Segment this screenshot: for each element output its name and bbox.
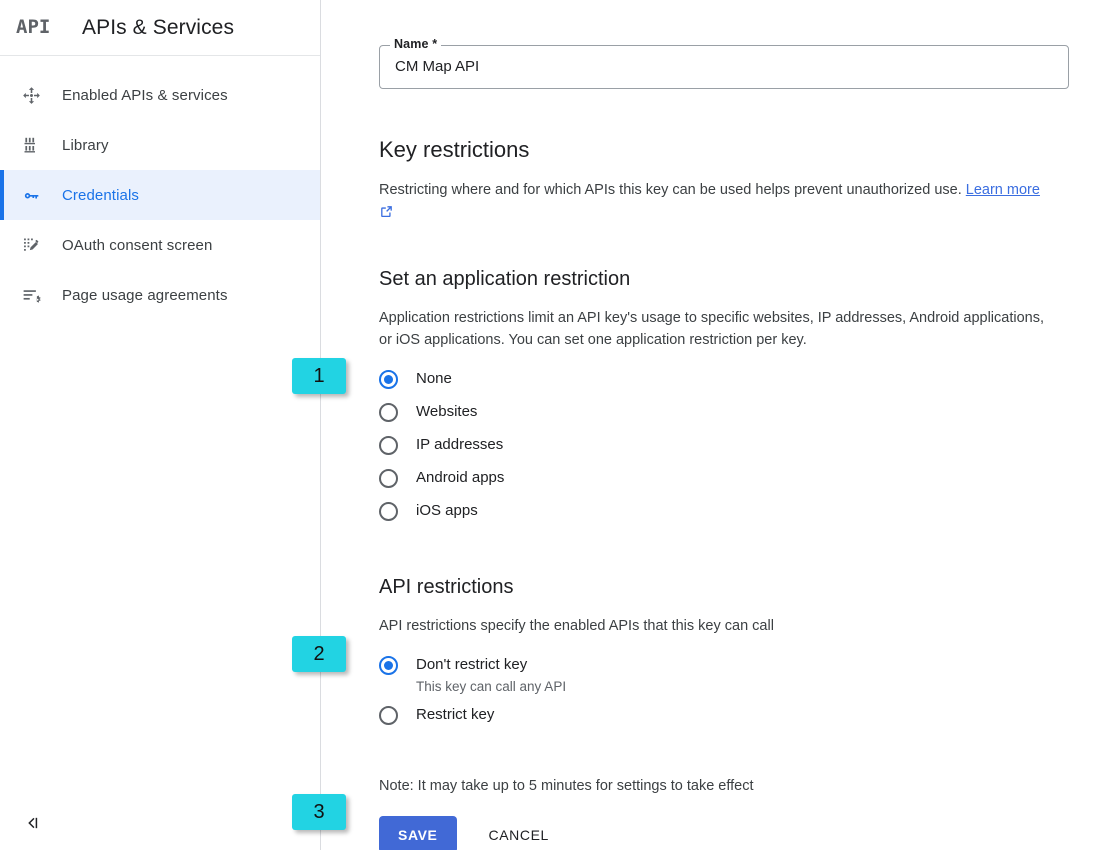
form-actions: SAVE CANCEL bbox=[379, 816, 1079, 850]
cancel-button[interactable]: CANCEL bbox=[489, 827, 549, 843]
sidebar-item-credentials[interactable]: Credentials bbox=[0, 170, 320, 220]
radio-label: Restrict key bbox=[416, 706, 495, 723]
radio-label: Don't restrict key bbox=[416, 656, 528, 673]
application-restriction-none-radio[interactable]: None bbox=[379, 369, 1079, 402]
sidebar-item-label: Enabled APIs & services bbox=[62, 86, 228, 104]
sidebar-item-label: Library bbox=[62, 136, 109, 154]
application-restriction-websites-radio[interactable]: Websites bbox=[379, 402, 1079, 435]
key-icon bbox=[0, 185, 62, 206]
application-restriction-ios-apps-radio[interactable]: iOS apps bbox=[379, 501, 1079, 534]
radio-indicator bbox=[379, 469, 398, 488]
api-restrictions-radio-group: Don't restrict key This key can call any… bbox=[379, 655, 1079, 738]
radio-label: Android apps bbox=[416, 469, 505, 486]
radio-indicator bbox=[379, 370, 398, 389]
api-restriction-restrict-key-radio[interactable]: Restrict key bbox=[379, 705, 1079, 738]
radio-label: None bbox=[416, 370, 452, 387]
annotation-badge-3: 3 bbox=[292, 794, 346, 830]
sidebar-item-label: Credentials bbox=[62, 186, 139, 204]
learn-more-link[interactable]: Learn more bbox=[966, 182, 1040, 198]
credentials-form: Name * Key restrictions Restricting wher… bbox=[379, 0, 1079, 850]
external-link-icon[interactable] bbox=[379, 204, 394, 226]
radio-indicator bbox=[379, 403, 398, 422]
sidebar-item-label: OAuth consent screen bbox=[62, 236, 213, 254]
application-restriction-radio-group: None Websites IP addresses Android apps … bbox=[379, 369, 1079, 534]
apis-services-page: API APIs & Services Enabled APIs & servi… bbox=[0, 0, 1100, 850]
application-restriction-description: Application restrictions limit an API ke… bbox=[379, 310, 1045, 348]
settings-note: Note: It may take up to 5 minutes for se… bbox=[379, 778, 754, 794]
application-restriction-heading: Set an application restriction bbox=[379, 268, 631, 290]
radio-indicator bbox=[379, 502, 398, 521]
page-title: APIs & Services bbox=[82, 15, 235, 39]
radio-sublabel: This key can call any API bbox=[416, 679, 567, 694]
sidebar-item-label: Page usage agreements bbox=[62, 286, 228, 304]
sidebar-item-oauth-consent-screen[interactable]: OAuth consent screen bbox=[0, 220, 320, 270]
application-restriction-android-apps-radio[interactable]: Android apps bbox=[379, 468, 1079, 501]
annotation-badge-2: 2 bbox=[292, 636, 346, 672]
name-input[interactable] bbox=[395, 45, 1045, 89]
page-usage-icon bbox=[0, 285, 62, 306]
library-icon bbox=[0, 135, 62, 156]
enabled-apis-icon bbox=[0, 85, 62, 106]
name-field-wrapper: Name * bbox=[379, 37, 1069, 89]
api-logo: API bbox=[16, 16, 51, 38]
sidebar-item-enabled-apis[interactable]: Enabled APIs & services bbox=[0, 70, 320, 120]
radio-indicator bbox=[379, 436, 398, 455]
radio-label: Websites bbox=[416, 403, 478, 420]
sidebar: API APIs & Services Enabled APIs & servi… bbox=[0, 0, 321, 850]
api-restrictions-heading: API restrictions bbox=[379, 576, 514, 598]
api-restrictions-description: API restrictions specify the enabled API… bbox=[379, 618, 774, 634]
save-button[interactable]: SAVE bbox=[379, 816, 457, 850]
key-restrictions-heading: Key restrictions bbox=[379, 137, 530, 162]
collapse-sidebar-icon[interactable] bbox=[22, 806, 58, 840]
sidebar-item-library[interactable]: Library bbox=[0, 120, 320, 170]
radio-label: iOS apps bbox=[416, 502, 478, 519]
api-restriction-dont-restrict-radio[interactable]: Don't restrict key This key can call any… bbox=[379, 655, 1079, 697]
sidebar-item-page-usage-agreements[interactable]: Page usage agreements bbox=[0, 270, 320, 320]
radio-indicator bbox=[379, 656, 398, 675]
main-content: Name * Key restrictions Restricting wher… bbox=[321, 0, 1100, 850]
sidebar-header: API APIs & Services bbox=[0, 0, 320, 56]
radio-label: IP addresses bbox=[416, 436, 504, 453]
radio-indicator bbox=[379, 706, 398, 725]
oauth-consent-icon bbox=[0, 235, 62, 256]
key-restrictions-description: Restricting where and for which APIs thi… bbox=[379, 179, 1059, 226]
sidebar-nav: Enabled APIs & services Library Credenti… bbox=[0, 56, 320, 320]
annotation-badge-1: 1 bbox=[292, 358, 346, 394]
key-restrictions-description-text: Restricting where and for which APIs thi… bbox=[379, 182, 962, 198]
application-restriction-ip-addresses-radio[interactable]: IP addresses bbox=[379, 435, 1079, 468]
